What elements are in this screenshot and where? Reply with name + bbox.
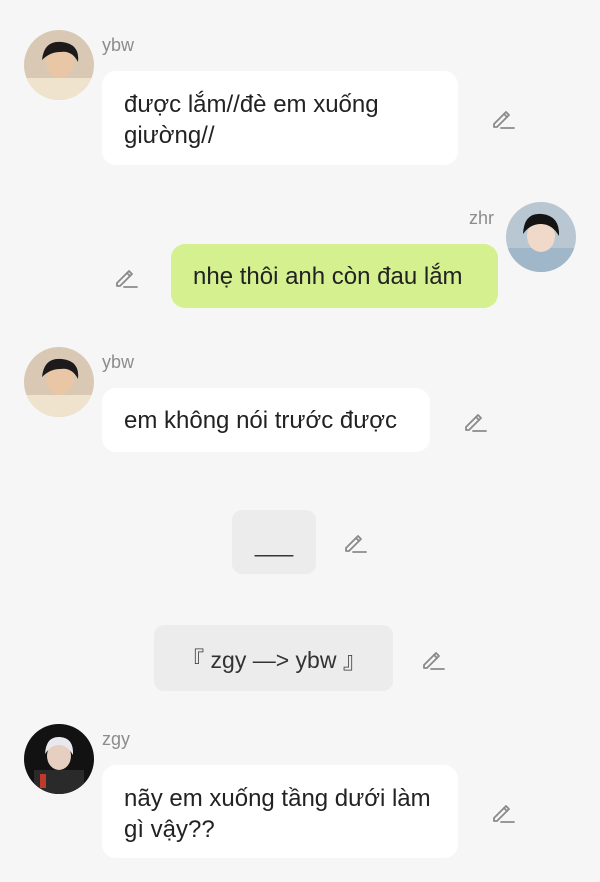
avatar-ybw[interactable] xyxy=(24,347,94,417)
pencil-icon[interactable] xyxy=(342,529,368,555)
avatar-ybw[interactable] xyxy=(24,30,94,100)
chat-screen: ybw được lắm//đè em xuống giường// zhr n… xyxy=(0,0,600,882)
sender-name: ybw xyxy=(102,352,135,372)
system-note[interactable]: ___ xyxy=(232,510,316,574)
avatar-zhr[interactable] xyxy=(506,202,576,272)
message-text: nãy em xuống tầng dưới làm gì vậy?? xyxy=(124,785,431,843)
message-bubble[interactable]: em không nói trước được xyxy=(102,388,430,452)
message-text: được lắm//đè em xuống giường// xyxy=(124,91,379,149)
message-bubble[interactable]: nhẹ thôi anh còn đau lắm xyxy=(171,244,498,308)
message-text: nhẹ thôi anh còn đau lắm xyxy=(193,263,463,290)
system-note-text: 『 zgy —> ybw 』 xyxy=(181,647,366,673)
pencil-icon[interactable] xyxy=(113,264,139,290)
pencil-icon[interactable] xyxy=(490,799,516,825)
system-note-text: ___ xyxy=(254,530,294,557)
pencil-icon[interactable] xyxy=(420,646,446,672)
sender-name: ybw xyxy=(102,35,135,55)
pencil-icon[interactable] xyxy=(462,408,488,434)
pencil-icon[interactable] xyxy=(490,105,516,131)
avatar-zgy[interactable] xyxy=(24,724,94,794)
sender-name: zgy xyxy=(102,729,131,749)
sender-name: zhr xyxy=(469,208,495,228)
system-note[interactable]: 『 zgy —> ybw 』 xyxy=(154,625,393,691)
message-text: em không nói trước được xyxy=(124,407,398,434)
message-bubble[interactable]: nãy em xuống tầng dưới làm gì vậy?? xyxy=(102,765,458,858)
message-bubble[interactable]: được lắm//đè em xuống giường// xyxy=(102,71,458,165)
